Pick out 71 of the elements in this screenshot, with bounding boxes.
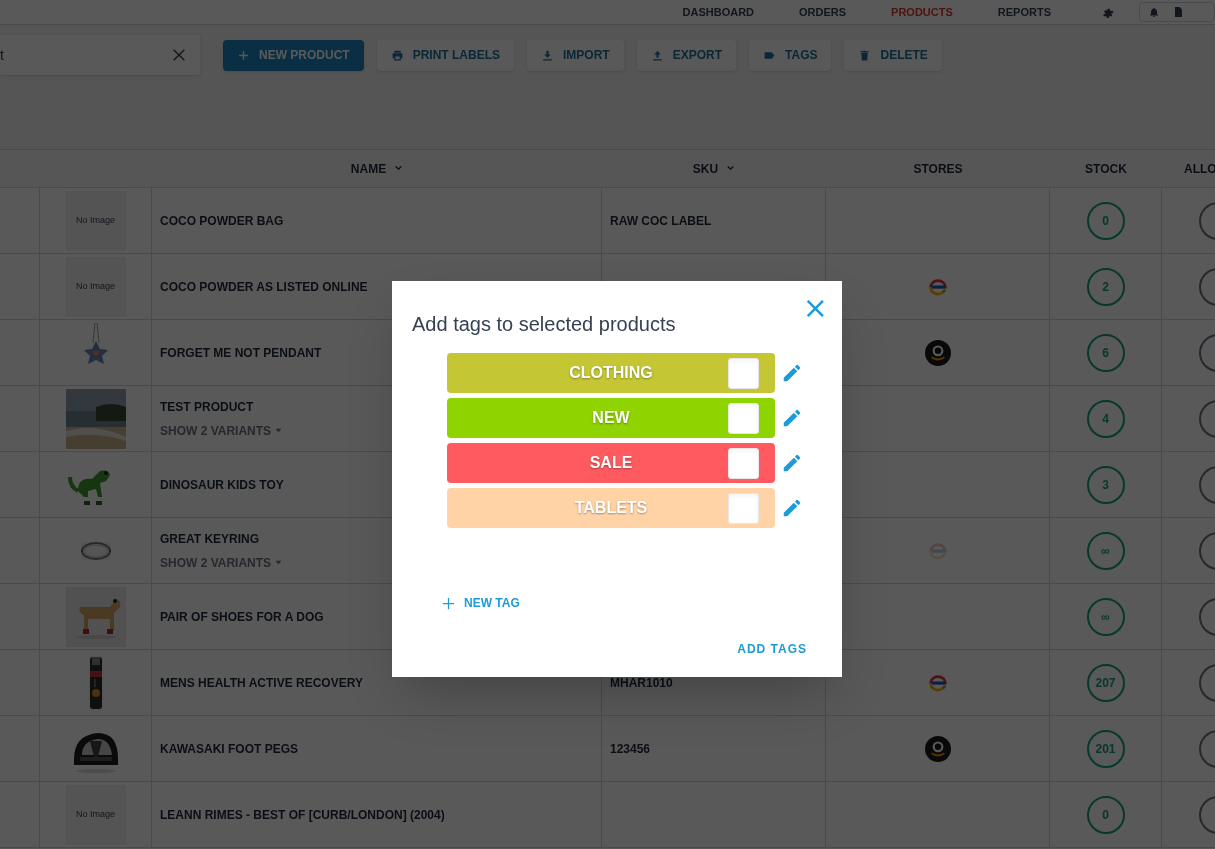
column-header[interactable]: NAME xyxy=(350,159,387,178)
column-header: STORES xyxy=(913,160,963,178)
edit-icon[interactable] xyxy=(781,362,803,384)
checkbox[interactable] xyxy=(728,447,759,479)
stock-badge: 4 xyxy=(1086,399,1125,438)
product-name[interactable]: KAWASAKI FOOT PEGS xyxy=(160,739,298,758)
nav-tab[interactable]: DASHBOARD xyxy=(682,3,754,21)
stock-badge: ∞ xyxy=(1086,531,1125,570)
plus-icon xyxy=(441,595,456,611)
upload-icon xyxy=(650,48,664,62)
stock-badge: ∞ xyxy=(1086,597,1125,636)
stock-badge: 2 xyxy=(1086,267,1125,306)
column-header[interactable]: SKU xyxy=(692,159,719,178)
product-name[interactable]: FORGET ME NOT PENDANT xyxy=(160,343,322,362)
toolbar-button[interactable]: TAGS xyxy=(749,39,832,71)
sku-text: MHAR1010 xyxy=(610,674,673,692)
stock-badge: 201 xyxy=(1086,729,1125,768)
stock-badge: 0 xyxy=(1086,201,1125,240)
new-tag-button[interactable]: NEW TAG xyxy=(441,594,520,612)
caret-icon xyxy=(394,164,404,173)
stock-badge: 0 xyxy=(1086,795,1125,834)
toolbar-button[interactable]: PRINT LABELS xyxy=(376,39,514,71)
placeholder-text: No Image xyxy=(76,213,115,227)
stock-badge: 3 xyxy=(1086,465,1125,504)
trash-icon xyxy=(858,48,872,62)
nav-tab[interactable]: REPORTS xyxy=(997,3,1051,21)
caret-icon xyxy=(275,427,283,434)
tag-label: TABLETS xyxy=(574,498,648,518)
tag-label: CLOTHING xyxy=(569,363,653,383)
edit-icon[interactable] xyxy=(781,407,803,429)
nav-tab[interactable]: ORDERS xyxy=(799,3,847,21)
column-header: STOCK xyxy=(1085,160,1127,178)
tag-label: NEW xyxy=(592,408,630,428)
placeholder-text: No Image xyxy=(76,279,115,293)
product-name[interactable]: GREAT KEYRING xyxy=(160,529,260,548)
toolbar-button[interactable]: EXPORT xyxy=(636,39,737,71)
toolbar-button[interactable]: NEW PRODUCT xyxy=(223,39,364,71)
close-button[interactable]: × xyxy=(802,297,828,319)
product-name[interactable]: DINOSAUR KIDS TOY xyxy=(160,475,284,494)
tag-label: SALE xyxy=(589,453,633,473)
product-name[interactable]: COCO POWDER BAG xyxy=(160,211,284,230)
sku-text: 123456 xyxy=(610,740,651,758)
checkbox[interactable] xyxy=(728,402,759,434)
toolbar-button[interactable]: IMPORT xyxy=(527,39,624,71)
dialog-title: Add tags to selected products xyxy=(412,312,676,337)
product-name[interactable]: TEST PRODUCT xyxy=(160,397,254,416)
search-field[interactable]: t xyxy=(0,35,200,75)
checkbox[interactable] xyxy=(728,492,759,524)
product-name[interactable]: PAIR OF SHOES FOR A DOG xyxy=(160,607,324,626)
bell-icon xyxy=(1148,6,1160,18)
sku-text: RAW COC LABEL xyxy=(610,212,712,230)
caret-icon xyxy=(275,559,283,566)
add-tags-button[interactable]: ADD TAGS xyxy=(737,640,807,658)
printer-icon xyxy=(390,48,404,62)
placeholder-text: No Image xyxy=(76,807,115,821)
toolbar-button[interactable]: DELETE xyxy=(844,39,942,71)
plus-icon xyxy=(237,48,250,62)
close-icon[interactable] xyxy=(171,47,187,63)
download-icon xyxy=(541,48,554,62)
product-name[interactable]: COCO POWDER AS LISTED ONLINE xyxy=(160,277,368,296)
checkbox[interactable] xyxy=(728,357,759,389)
account-panel[interactable] xyxy=(1139,2,1215,22)
document-icon xyxy=(1172,6,1184,18)
edit-icon[interactable] xyxy=(781,452,803,474)
stock-badge: 207 xyxy=(1086,663,1125,702)
edit-icon[interactable] xyxy=(781,497,803,519)
stock-badge: 6 xyxy=(1086,333,1125,372)
caret-icon xyxy=(726,164,736,173)
nav-tab[interactable]: PRODUCTS xyxy=(891,3,953,21)
product-name[interactable]: LEANN RIMES - BEST OF [CURB/LONDON] (2004) xyxy=(160,805,445,824)
product-name[interactable]: MENS HEALTH ACTIVE RECOVERY xyxy=(160,673,363,692)
